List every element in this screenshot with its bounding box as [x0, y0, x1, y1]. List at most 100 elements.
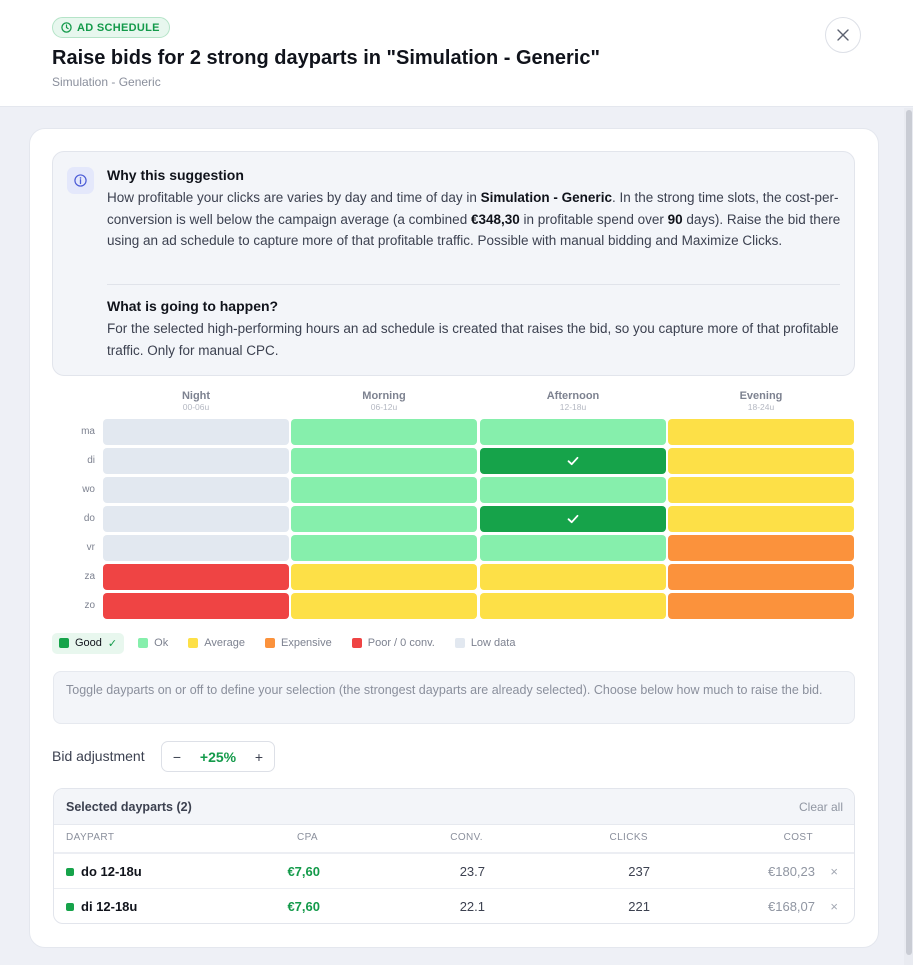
- legend-item-good: Good ✓: [52, 632, 125, 654]
- column-range: 06-12u: [370, 402, 398, 412]
- col-header-cpa: CPA: [296, 832, 318, 843]
- heatmap-legend: Good ✓ Ok Average Expensive Poor / 0 conv. Low…: [52, 631, 535, 655]
- heatmap-cell-wo-2[interactable]: [480, 477, 666, 503]
- cpa-value: €7,60: [287, 864, 320, 879]
- remove-daypart-button[interactable]: ×: [830, 864, 838, 879]
- check-icon: [567, 514, 579, 524]
- column-header-3: Evening 18-24u: [668, 390, 854, 412]
- heatmap-cell-zo-3[interactable]: [668, 593, 854, 619]
- row-label-ma: ma: [81, 426, 95, 437]
- clicks-value: 237: [628, 864, 650, 879]
- campaign-name: Simulation - Generic: [480, 190, 612, 205]
- heatmap-cell-di-1[interactable]: [291, 448, 477, 474]
- conv-value: 22.1: [459, 899, 485, 914]
- heatmap-cell-za-1[interactable]: [291, 564, 477, 590]
- selected-dayparts-title: Selected dayparts (2): [66, 800, 192, 814]
- row-label-za: za: [84, 571, 95, 582]
- legend-label: Expensive: [280, 637, 332, 649]
- cpa-value: €7,60: [287, 899, 320, 914]
- heatmap-cell-ma-0[interactable]: [103, 419, 289, 445]
- heatmap-cell-zo-1[interactable]: [291, 593, 477, 619]
- heatmap-cell-vr-2[interactable]: [480, 535, 666, 561]
- heatmap-cell-di-0[interactable]: [103, 448, 289, 474]
- column-name: Morning: [362, 390, 406, 402]
- legend-item-poor: Poor / 0 conv.: [351, 637, 435, 649]
- cost-value: €180,23: [768, 864, 815, 879]
- check-icon: ✓: [107, 637, 118, 650]
- profitable-spend: €348,30: [470, 211, 520, 227]
- heatmap-cell-za-3[interactable]: [668, 564, 854, 590]
- legend-swatch: [351, 638, 362, 648]
- scrollbar-thumb[interactable]: [906, 110, 912, 955]
- legend-item-lowdata: Low data: [454, 637, 516, 649]
- daypart-name: do 12-18u: [81, 864, 142, 879]
- legend-swatch: [264, 638, 275, 648]
- bid-adjustment-label: Bid adjustment: [52, 748, 145, 764]
- bid-adjustment-stepper: − +25% +: [161, 741, 275, 772]
- cost-value: €168,07: [768, 899, 815, 914]
- column-name: Afternoon: [546, 390, 600, 402]
- why-title: Why this suggestion: [107, 167, 244, 183]
- row-label-wo: wo: [82, 484, 95, 495]
- increase-bid-button[interactable]: +: [244, 749, 274, 765]
- col-header-clicks: CLICKS: [609, 832, 648, 843]
- daypart-name: di 12-18u: [81, 899, 138, 914]
- row-label-zo: zo: [84, 600, 95, 611]
- heatmap-cell-wo-0[interactable]: [103, 477, 289, 503]
- good-swatch: [66, 867, 74, 876]
- heatmap-cell-vr-3[interactable]: [668, 535, 854, 561]
- modal-header: AD SCHEDULE Raise bids for 2 strong dayp…: [0, 0, 913, 107]
- heatmap-cell-ma-2[interactable]: [480, 419, 666, 445]
- happen-title: What is going to happen?: [107, 298, 279, 314]
- decrease-bid-button[interactable]: −: [162, 749, 192, 765]
- heatmap-cell-zo-0[interactable]: [103, 593, 289, 619]
- selected-dayparts-panel: Selected dayparts (2) Clear all DAYPART …: [53, 788, 855, 924]
- happen-text: For the selected high-performing hours a…: [107, 321, 839, 358]
- row-label-do: do: [83, 513, 95, 524]
- row-label-vr: vr: [86, 542, 95, 553]
- check-icon: [567, 456, 579, 466]
- page-title: Raise bids for 2 strong dayparts in "Sim…: [52, 47, 600, 69]
- heatmap-cell-za-2[interactable]: [480, 564, 666, 590]
- heatmap-cell-wo-1[interactable]: [291, 477, 477, 503]
- ad-schedule-badge: AD SCHEDULE: [52, 17, 170, 38]
- close-button[interactable]: [825, 17, 861, 53]
- heatmap-cell-za-0[interactable]: [103, 564, 289, 590]
- col-header-cost: COST: [783, 832, 813, 843]
- divider: [107, 284, 840, 285]
- heatmap-cell-ma-1[interactable]: [291, 419, 477, 445]
- heatmap-cell-di-2[interactable]: [480, 448, 666, 474]
- legend-swatch: [59, 638, 69, 648]
- page-subtitle: Simulation - Generic: [52, 75, 161, 89]
- close-icon: [837, 29, 849, 41]
- heatmap-cell-ma-3[interactable]: [668, 419, 854, 445]
- heatmap-cell-vr-0[interactable]: [103, 535, 289, 561]
- legend-label: Average: [204, 637, 245, 649]
- conv-value: 23.7: [459, 864, 485, 879]
- heatmap-cell-do-1[interactable]: [291, 506, 477, 532]
- heatmap-cell-vr-1[interactable]: [291, 535, 477, 561]
- legend-item-ok: Ok: [138, 637, 168, 649]
- badge-label: AD SCHEDULE: [77, 21, 160, 34]
- column-name: Evening: [739, 390, 783, 402]
- heatmap-cell-zo-2[interactable]: [480, 593, 666, 619]
- legend-swatch: [454, 638, 465, 648]
- column-header-2: Afternoon 12-18u: [480, 390, 666, 412]
- legend-label: Poor / 0 conv.: [367, 637, 435, 649]
- col-header-conv: CONV.: [450, 832, 483, 843]
- selected-dayparts-header: Selected dayparts (2) Clear all: [54, 789, 854, 825]
- column-range: 12-18u: [559, 402, 587, 412]
- clear-all-button[interactable]: Clear all: [799, 800, 843, 814]
- heatmap-cell-do-0[interactable]: [103, 506, 289, 532]
- heatmap-cell-di-3[interactable]: [668, 448, 854, 474]
- legend-item-expensive: Expensive: [264, 637, 332, 649]
- heatmap-cell-do-2[interactable]: [480, 506, 666, 532]
- bid-adjustment-value: +25%: [199, 748, 237, 765]
- toggle-instructions: Toggle dayparts on or off to define your…: [53, 671, 855, 724]
- heatmap-cell-do-3[interactable]: [668, 506, 854, 532]
- column-name: Night: [181, 390, 211, 402]
- heatmap-cell-wo-3[interactable]: [668, 477, 854, 503]
- legend-label: Low data: [470, 637, 516, 649]
- column-header-1: Morning 06-12u: [291, 390, 477, 412]
- remove-daypart-button[interactable]: ×: [830, 899, 838, 914]
